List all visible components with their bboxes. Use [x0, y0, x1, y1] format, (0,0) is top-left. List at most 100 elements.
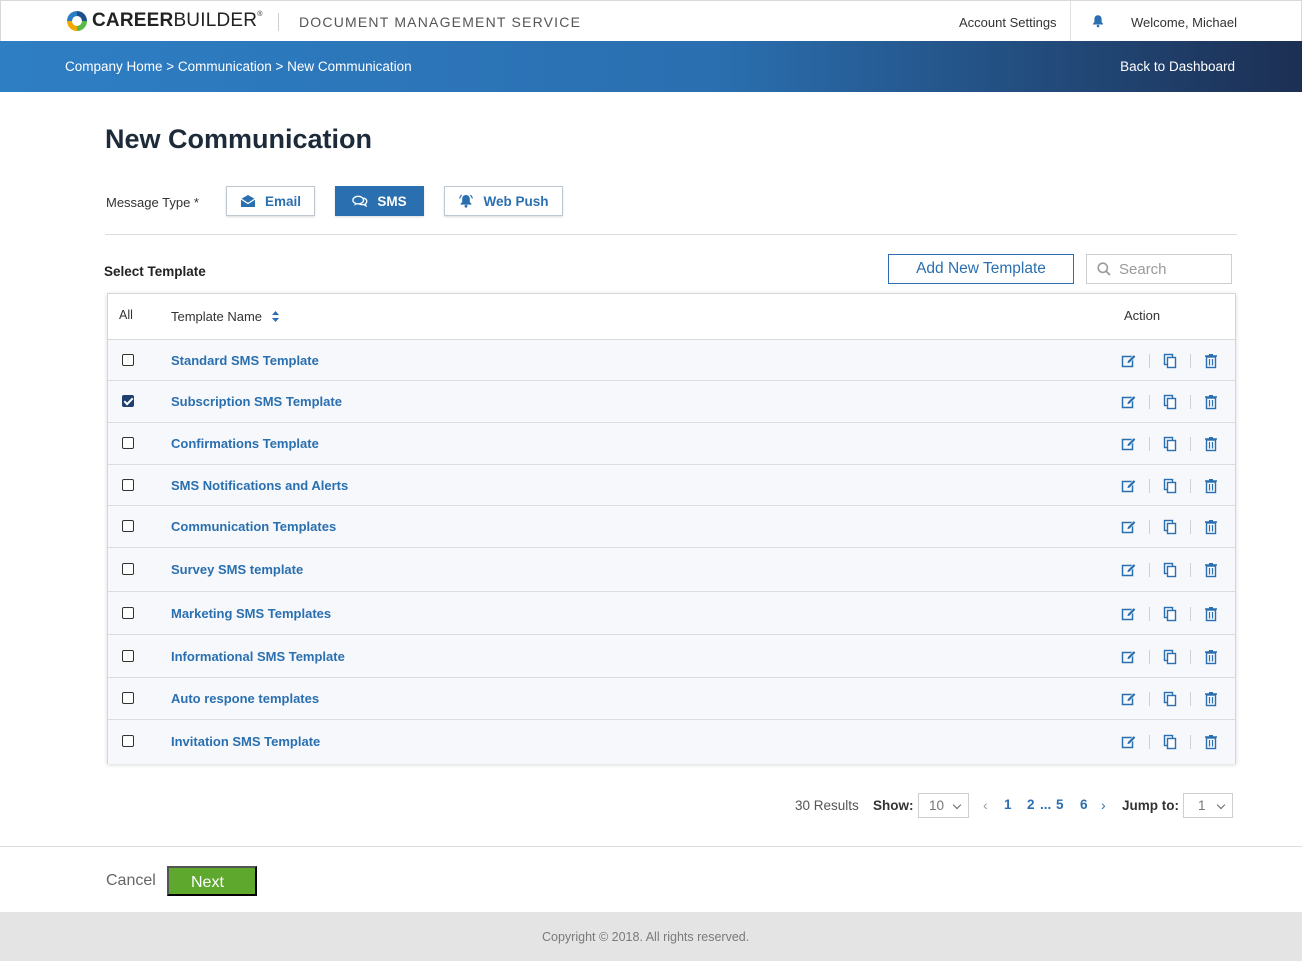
- row-checkbox[interactable]: [122, 735, 134, 747]
- next-page-button[interactable]: ›: [1101, 797, 1106, 813]
- table-row[interactable]: Invitation SMS Template: [108, 720, 1235, 764]
- trash-icon[interactable]: [1203, 519, 1219, 535]
- table-row[interactable]: SMS Notifications and Alerts: [108, 465, 1235, 506]
- email-type-button[interactable]: Email: [226, 186, 315, 216]
- trash-icon[interactable]: [1203, 394, 1219, 410]
- edit-icon[interactable]: [1121, 649, 1137, 665]
- breadcrumb-bar: Company Home > Communication > New Commu…: [0, 41, 1302, 92]
- add-new-template-button[interactable]: Add New Template: [888, 254, 1074, 284]
- row-checkbox[interactable]: [122, 354, 134, 366]
- row-checkbox[interactable]: [122, 395, 134, 407]
- edit-icon[interactable]: [1121, 436, 1137, 452]
- sms-type-button[interactable]: SMS: [335, 186, 424, 216]
- account-settings-link[interactable]: Account Settings: [959, 15, 1057, 30]
- action-separator: [1149, 563, 1150, 577]
- next-button[interactable]: Next: [167, 866, 257, 896]
- copy-icon[interactable]: [1162, 353, 1178, 369]
- row-actions: [1121, 648, 1219, 666]
- template-name-link[interactable]: Survey SMS template: [171, 562, 303, 577]
- copy-icon[interactable]: [1162, 519, 1178, 535]
- action-separator: [1190, 437, 1191, 451]
- template-name-link[interactable]: Invitation SMS Template: [171, 734, 320, 749]
- template-name-link[interactable]: Auto respone templates: [171, 691, 319, 706]
- row-actions: [1121, 605, 1219, 623]
- copy-icon[interactable]: [1162, 436, 1178, 452]
- template-name-link[interactable]: Subscription SMS Template: [171, 394, 342, 409]
- table-row[interactable]: Subscription SMS Template: [108, 381, 1235, 423]
- copy-icon[interactable]: [1162, 394, 1178, 410]
- trash-icon[interactable]: [1203, 478, 1219, 494]
- email-type-label: Email: [264, 193, 302, 209]
- web-push-type-label: Web Push: [483, 193, 549, 209]
- table-row[interactable]: Auto respone templates: [108, 678, 1235, 720]
- select-all-header[interactable]: All: [119, 308, 133, 322]
- table-row[interactable]: Standard SMS Template: [108, 340, 1235, 381]
- template-name-link[interactable]: SMS Notifications and Alerts: [171, 478, 348, 493]
- template-name-link[interactable]: Confirmations Template: [171, 436, 319, 451]
- copy-icon[interactable]: [1162, 562, 1178, 578]
- row-checkbox[interactable]: [122, 563, 134, 575]
- page-link-5[interactable]: 5: [1056, 797, 1064, 812]
- sort-icon[interactable]: [272, 311, 280, 322]
- search-input[interactable]: [1119, 260, 1229, 278]
- page-size-select[interactable]: 10: [918, 793, 969, 818]
- back-to-dashboard-link[interactable]: Back to Dashboard: [1120, 59, 1235, 74]
- chevron-down-icon: [952, 800, 962, 810]
- prev-page-button[interactable]: ‹: [983, 797, 988, 813]
- row-checkbox[interactable]: [122, 437, 134, 449]
- table-row[interactable]: Communication Templates: [108, 506, 1235, 548]
- edit-icon[interactable]: [1121, 691, 1137, 707]
- trash-icon[interactable]: [1203, 734, 1219, 750]
- template-name-link[interactable]: Marketing SMS Templates: [171, 606, 331, 621]
- edit-icon[interactable]: [1121, 519, 1137, 535]
- page-link-6[interactable]: 6: [1080, 797, 1088, 812]
- template-name-link[interactable]: Informational SMS Template: [171, 649, 345, 664]
- row-checkbox[interactable]: [122, 607, 134, 619]
- template-name-link[interactable]: Communication Templates: [171, 519, 336, 534]
- copy-icon[interactable]: [1162, 606, 1178, 622]
- web-push-type-button[interactable]: Web Push: [444, 186, 563, 216]
- row-checkbox[interactable]: [122, 520, 134, 532]
- trash-icon[interactable]: [1203, 562, 1219, 578]
- template-name-link[interactable]: Standard SMS Template: [171, 353, 319, 368]
- edit-icon[interactable]: [1121, 394, 1137, 410]
- template-name-header[interactable]: Template Name: [171, 309, 280, 324]
- action-separator: [1149, 607, 1150, 621]
- table-row[interactable]: Marketing SMS Templates: [108, 592, 1235, 635]
- copy-icon[interactable]: [1162, 691, 1178, 707]
- trash-icon[interactable]: [1203, 649, 1219, 665]
- table-row[interactable]: Confirmations Template: [108, 423, 1235, 465]
- row-checkbox[interactable]: [122, 479, 134, 491]
- careerbuilder-logo[interactable]: CAREERBUILDER®: [67, 10, 263, 32]
- edit-icon[interactable]: [1121, 353, 1137, 369]
- trash-icon[interactable]: [1203, 691, 1219, 707]
- copy-icon[interactable]: [1162, 734, 1178, 750]
- action-separator: [1190, 650, 1191, 664]
- breadcrumb[interactable]: Company Home > Communication > New Commu…: [65, 59, 412, 74]
- edit-icon[interactable]: [1121, 478, 1137, 494]
- table-row[interactable]: Survey SMS template: [108, 548, 1235, 592]
- trash-icon[interactable]: [1203, 436, 1219, 452]
- edit-icon[interactable]: [1121, 562, 1137, 578]
- copy-icon[interactable]: [1162, 649, 1178, 665]
- section-divider: [105, 234, 1237, 235]
- welcome-user[interactable]: Welcome, Michael: [1131, 15, 1237, 30]
- edit-icon[interactable]: [1121, 734, 1137, 750]
- action-separator: [1149, 479, 1150, 493]
- row-actions: [1121, 561, 1219, 579]
- copy-icon[interactable]: [1162, 478, 1178, 494]
- page-link-1[interactable]: 1: [1004, 797, 1012, 812]
- row-checkbox[interactable]: [122, 692, 134, 704]
- table-row[interactable]: Informational SMS Template: [108, 635, 1235, 678]
- page-link-2[interactable]: 2: [1027, 797, 1035, 812]
- trash-icon[interactable]: [1203, 606, 1219, 622]
- row-actions: [1121, 518, 1219, 536]
- jump-to-select[interactable]: 1: [1183, 793, 1233, 818]
- edit-icon[interactable]: [1121, 606, 1137, 622]
- trash-icon[interactable]: [1203, 353, 1219, 369]
- bell-icon[interactable]: [1091, 14, 1105, 28]
- cancel-button[interactable]: Cancel: [106, 872, 156, 890]
- action-separator: [1190, 735, 1191, 749]
- row-checkbox[interactable]: [122, 650, 134, 662]
- search-box[interactable]: [1086, 254, 1232, 284]
